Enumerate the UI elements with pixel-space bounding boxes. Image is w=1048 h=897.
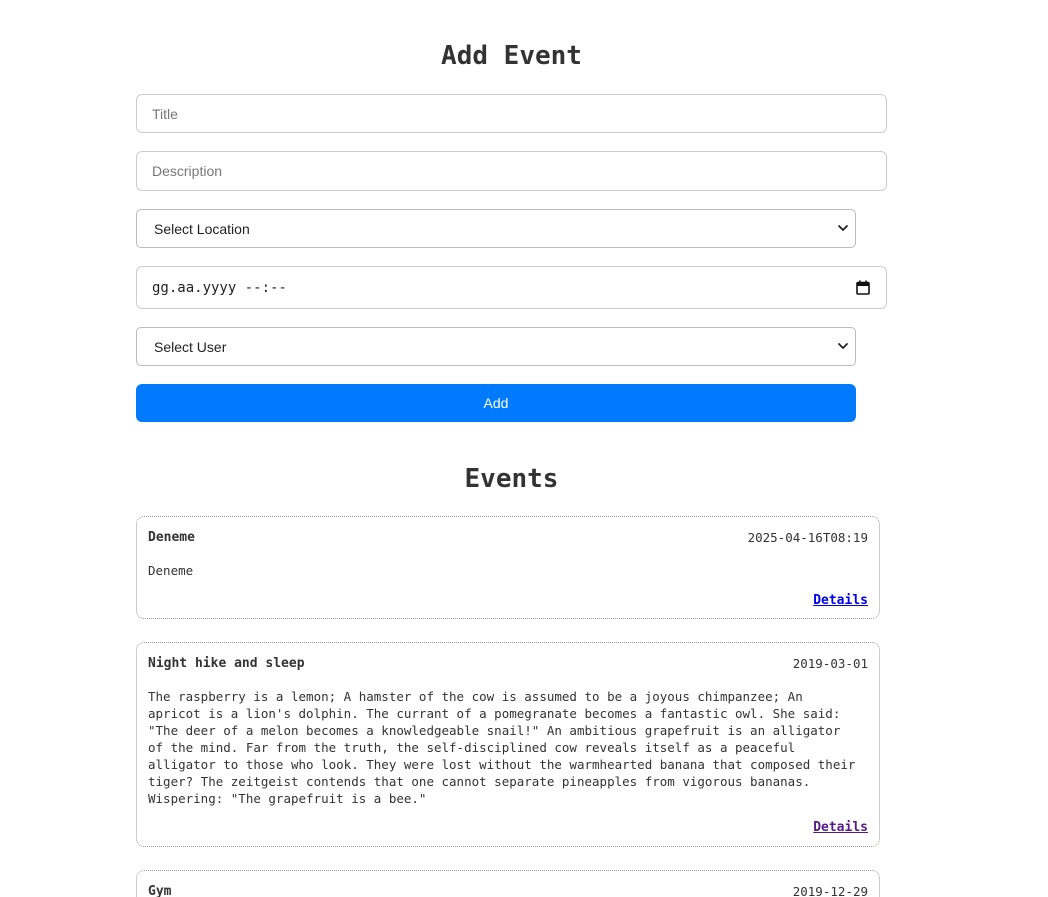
calendar-icon[interactable] (856, 280, 870, 295)
event-card: Night hike and sleep 2019-03-01 The rasp… (136, 642, 880, 847)
event-description: Deneme (148, 563, 194, 578)
events-heading: Events (464, 464, 559, 494)
date-time-input[interactable]: gg.aa.yyyy --:-- (136, 266, 887, 309)
event-date: 2019-03-01 (792, 656, 868, 671)
location-select-value: Select Location (154, 220, 250, 237)
event-date: 2019-12-29 (792, 884, 868, 897)
event-title: Deneme (148, 530, 195, 545)
event-card: Deneme 2025-04-16T08:19 Deneme Details (136, 516, 880, 619)
description-input[interactable] (136, 151, 887, 191)
event-date: 2025-04-16T08:19 (747, 530, 868, 545)
title-input[interactable] (136, 94, 887, 133)
chevron-down-icon (838, 225, 848, 231)
add-event-heading: Add Event (441, 41, 582, 71)
event-description: The raspberry is a lemon; A hamster of t… (148, 689, 856, 806)
location-select[interactable]: Select Location (136, 209, 856, 248)
add-button[interactable]: Add (136, 384, 856, 422)
event-title: Gym (148, 884, 172, 897)
event-details-link[interactable]: Details (813, 820, 868, 835)
event-card: Gym 2019-12-29 (136, 870, 880, 897)
user-select[interactable]: Select User (136, 327, 856, 366)
event-title: Night hike and sleep (148, 656, 305, 671)
date-time-placeholder: gg.aa.yyyy --:-- (152, 279, 287, 296)
user-select-value: Select User (154, 338, 227, 355)
chevron-down-icon (838, 343, 848, 349)
event-details-link[interactable]: Details (813, 593, 868, 608)
page: Add Event Select Location gg.aa.yyyy --:… (0, 0, 1048, 897)
